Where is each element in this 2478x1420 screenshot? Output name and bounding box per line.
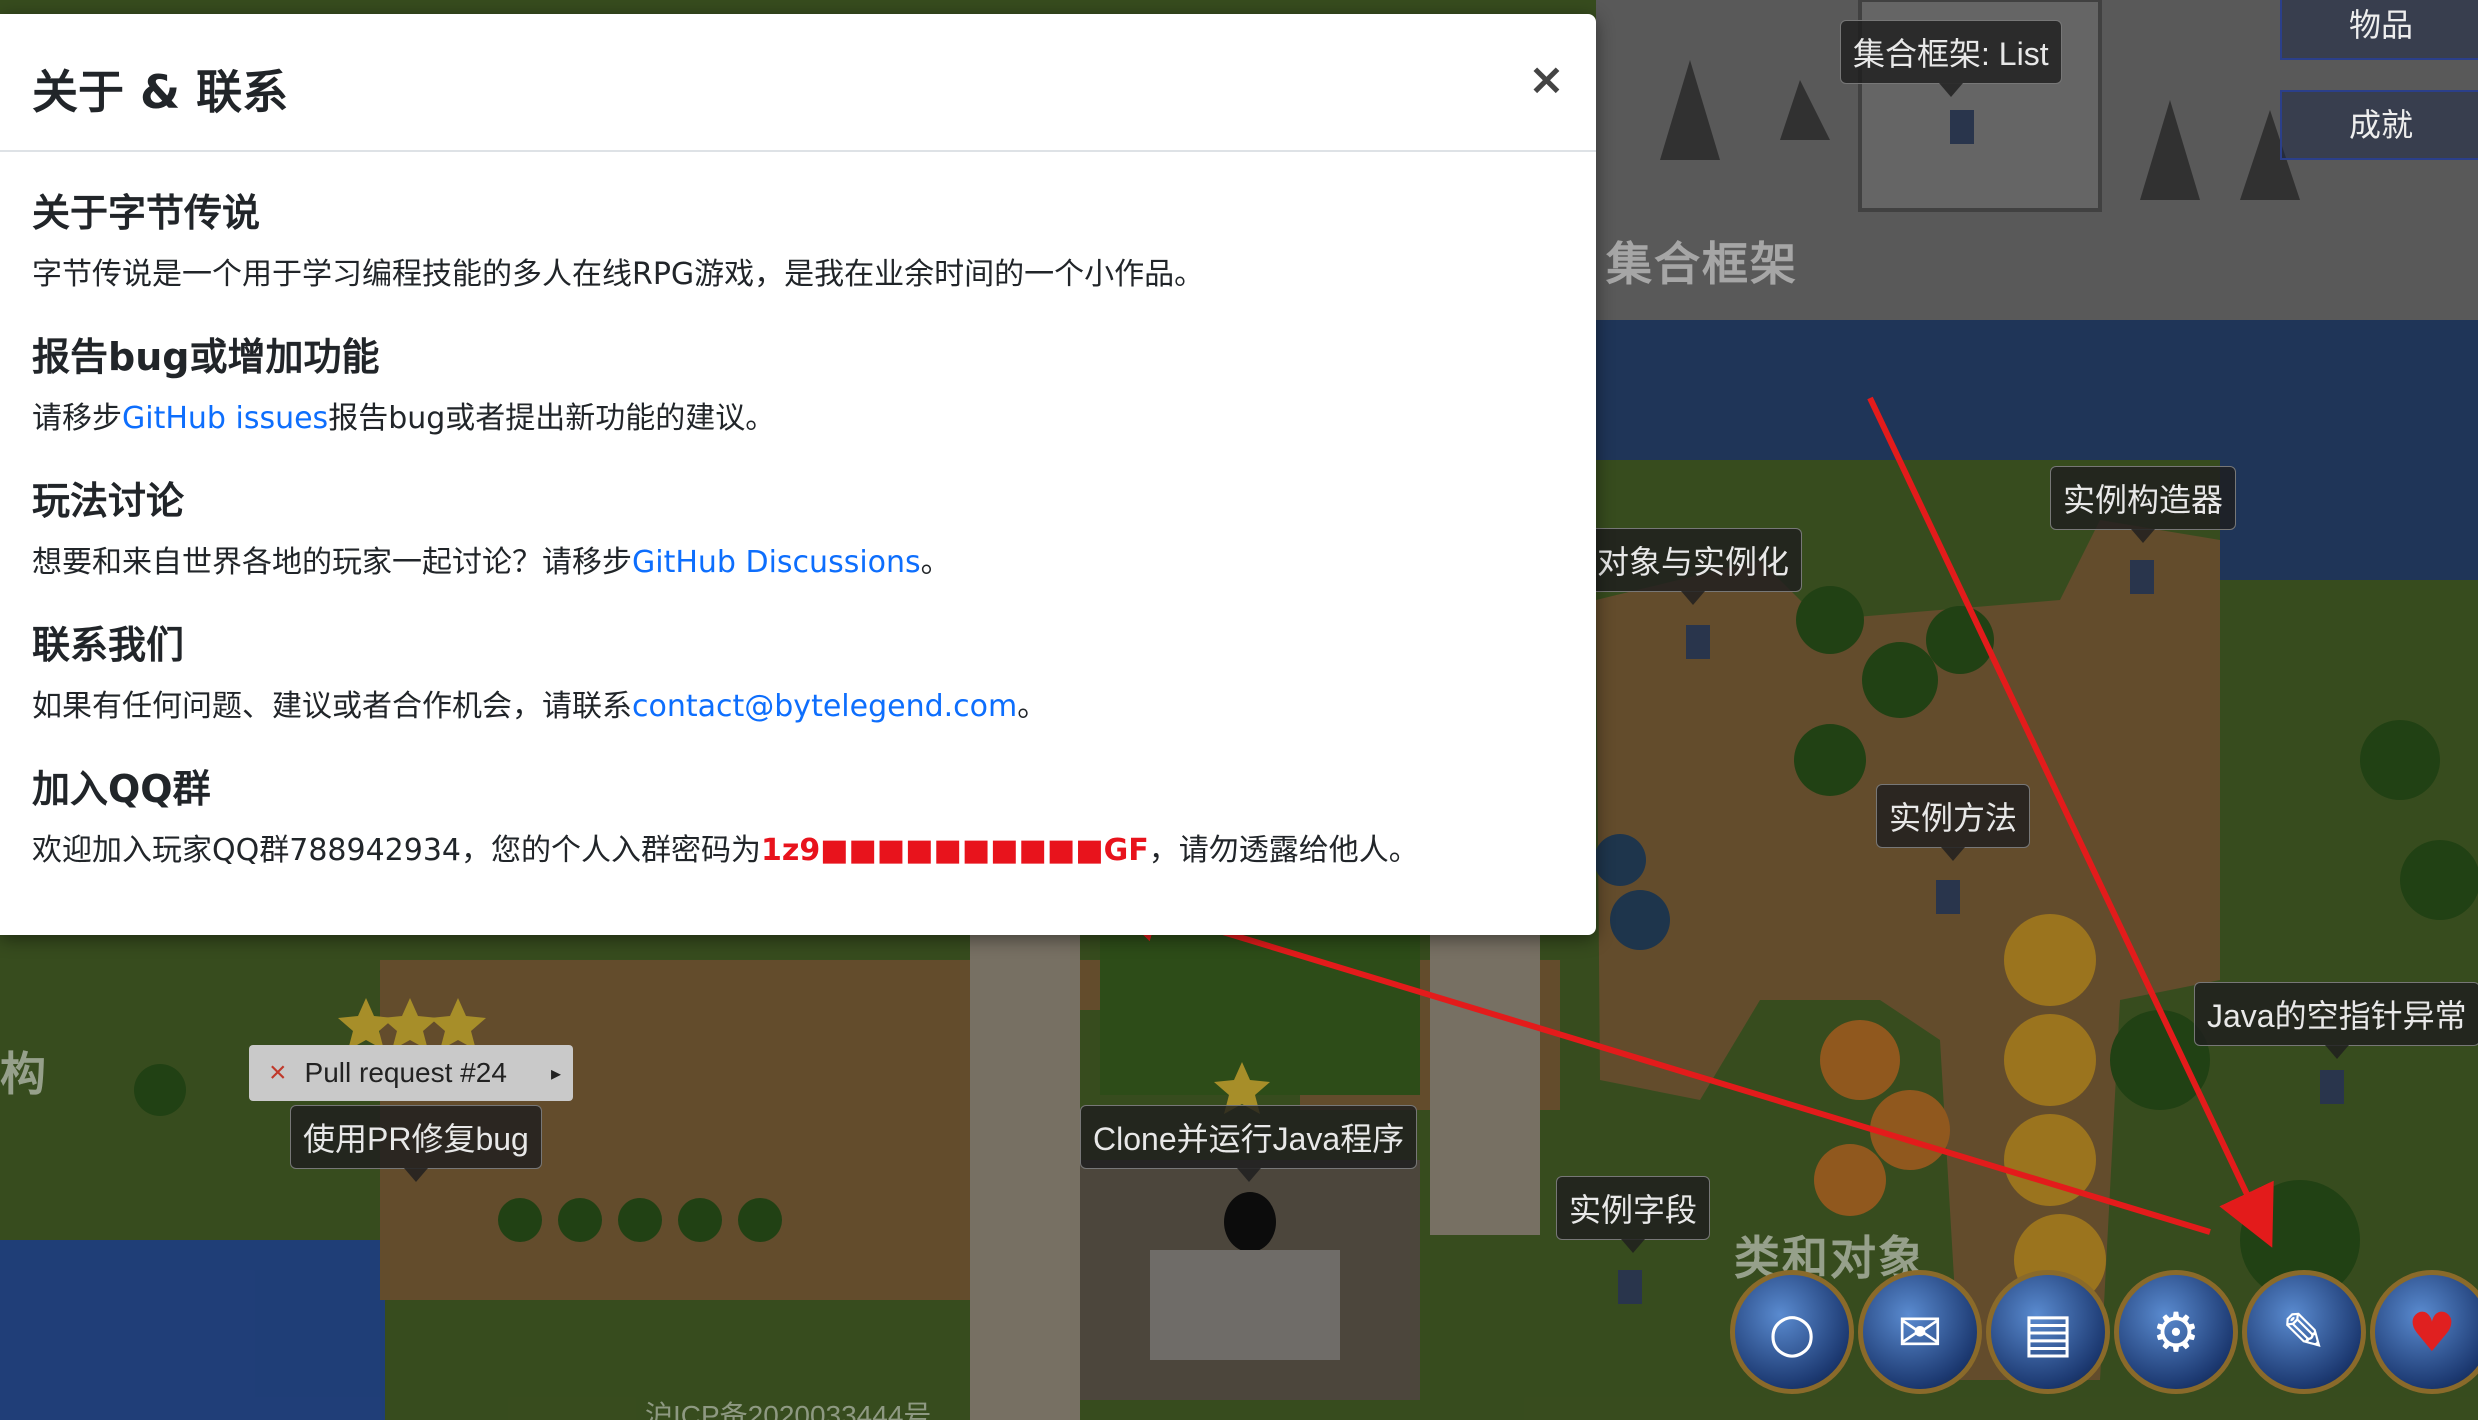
npc-label-object-instantiation[interactable]: 对象与实例化 [1584, 528, 1803, 605]
section-contact: 联系我们 如果有任何问题、建议或者合作机会，请联系contact@byteleg… [32, 614, 1047, 725]
book-icon[interactable]: ▤ [1986, 1270, 2110, 1394]
github-issues-link[interactable]: GitHub issues [122, 401, 328, 436]
achievements-button[interactable]: 成就 [2280, 90, 2478, 160]
section-discussion: 玩法讨论 想要和来自世界各地的玩家一起讨论？请移步GitHub Discussi… [32, 470, 951, 581]
section-heading: 玩法讨论 [32, 479, 185, 523]
section-text: 如果有任何问题、建议或者合作机会，请联系contact@bytelegend.c… [32, 689, 1048, 724]
close-button[interactable]: × [1528, 54, 1565, 105]
npc-label-instance-field[interactable]: 实例字段 [1556, 1176, 1711, 1253]
npc-label-instance-method[interactable]: 实例方法 [1876, 784, 2031, 861]
pull-request-chip[interactable]: × Pull request #24 ▸ [249, 1045, 573, 1101]
section-heading: 报告bug或增加功能 [32, 335, 380, 379]
items-button[interactable]: 物品 [2280, 0, 2478, 60]
area-title-collections: 集合框架 [1606, 238, 1798, 290]
qq-password: 1z9■■■■■■■■■■GF [761, 833, 1149, 868]
icp-footer[interactable]: 沪ICP备2020033444号 [645, 1394, 931, 1420]
area-title-partial: 构 [0, 1048, 48, 1100]
contact-email-link[interactable]: contact@bytelegend.com [632, 689, 1017, 724]
modal-header: 关于 & 联系 × [0, 14, 1596, 152]
game-stage: 集合框架: List 实例构造器 对象与实例化 实例方法 Java的空指针异常 … [0, 0, 2478, 1420]
section-text: 字节传说是一个用于学习编程技能的多人在线RPG游戏，是我在业余时间的一个小作品。 [32, 257, 1205, 292]
mail-icon[interactable]: ✉ [1858, 1270, 1982, 1394]
section-qq-group: 加入QQ群 欢迎加入玩家QQ群788942934，您的个人入群密码为1z9■■■… [32, 758, 1419, 869]
modal-title: 关于 & 联系 [32, 65, 289, 119]
npc-label-clone-run[interactable]: Clone并运行Java程序 [1080, 1105, 1418, 1182]
npc-label-null-pointer[interactable]: Java的空指针异常 [2194, 982, 2478, 1059]
section-heading: 加入QQ群 [32, 767, 211, 811]
github-discussions-link[interactable]: GitHub Discussions [632, 545, 921, 580]
github-icon[interactable]: ○ [1730, 1270, 1854, 1394]
section-about: 关于字节传说 字节传说是一个用于学习编程技能的多人在线RPG游戏，是我在业余时间… [32, 182, 1204, 293]
gear-icon[interactable]: ⚙ [2114, 1270, 2238, 1394]
section-report-bug: 报告bug或增加功能 请移步GitHub issues报告bug或者提出新功能的… [32, 326, 775, 437]
about-contact-modal: 关于 & 联系 × 关于字节传说 字节传说是一个用于学习编程技能的多人在线RPG… [0, 14, 1596, 935]
chevron-right-icon[interactable]: ▸ [551, 1061, 561, 1086]
section-text: 欢迎加入玩家QQ群788942934，您的个人入群密码为1z9■■■■■■■■■… [32, 833, 1419, 868]
section-heading: 关于字节传说 [32, 191, 261, 235]
section-text: 想要和来自世界各地的玩家一起讨论？请移步GitHub Discussions。 [32, 545, 951, 580]
pull-request-text: Pull request #24 [304, 1057, 507, 1088]
close-icon[interactable]: × [269, 1056, 287, 1090]
heart-icon[interactable]: ♥ [2370, 1270, 2478, 1394]
scroll-icon[interactable]: ✎ [2242, 1270, 2366, 1394]
section-text: 请移步GitHub issues报告bug或者提出新功能的建议。 [32, 401, 776, 436]
npc-label-pr-fix[interactable]: 使用PR修复bug [290, 1105, 542, 1182]
npc-label-list[interactable]: 集合框架: List [1840, 20, 2062, 97]
game-toolbar: ○ ✉ ▤ ⚙ ✎ ♥ [1730, 1270, 2478, 1400]
npc-label-constructor[interactable]: 实例构造器 [2050, 466, 2237, 543]
section-heading: 联系我们 [32, 623, 185, 667]
